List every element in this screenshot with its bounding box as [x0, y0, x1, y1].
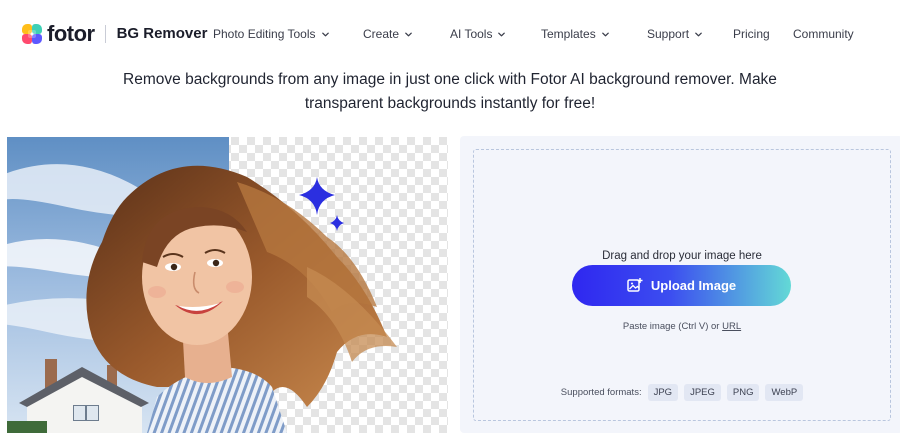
drag-drop-text: Drag and drop your image here [602, 250, 762, 262]
nav-label: Support [647, 27, 690, 41]
chevron-down-icon [405, 32, 412, 36]
nav-pricing[interactable]: Pricing [733, 27, 770, 41]
image-plus-icon [627, 278, 643, 292]
upload-panel: Drag and drop your image here Upload Ima… [460, 136, 900, 433]
format-badge-png: PNG [726, 384, 760, 401]
logo-divider [104, 25, 106, 43]
nav-label: AI Tools [450, 27, 493, 41]
nav-label: Create [363, 27, 400, 41]
logo-text: fotor [47, 21, 95, 46]
chevron-down-icon [601, 32, 609, 36]
headline-line-1: Remove backgrounds from any image in jus… [123, 71, 777, 88]
format-badge-webp: WebP [765, 384, 804, 401]
nav-support[interactable]: Support [647, 27, 703, 41]
image-dropzone[interactable]: Drag and drop your image here Upload Ima… [473, 149, 891, 421]
nav-label: Community [793, 27, 854, 41]
upload-button-label: Upload Image [650, 278, 737, 293]
nav-ai-tools[interactable]: AI Tools [450, 27, 506, 41]
sparkle-icon [299, 177, 344, 231]
format-badge-jpeg: JPEG [684, 384, 721, 401]
paste-hint: Paste image (Ctrl V) or URL [474, 321, 890, 332]
nav-create[interactable]: Create [363, 27, 413, 41]
nav-templates[interactable]: Templates [541, 27, 610, 41]
formats-label: Supported formats: [560, 387, 642, 398]
nav-label: Pricing [733, 27, 770, 41]
nav-label: Photo Editing Tools [213, 27, 316, 41]
nav-label: Templates [541, 27, 596, 41]
hero-demo-image [7, 137, 448, 433]
chevron-down-icon [498, 32, 506, 36]
paste-hint-text: Paste image (Ctrl V) or [622, 321, 723, 332]
upload-image-button[interactable]: Upload Image [572, 265, 791, 306]
supported-formats: Supported formats: JPG JPEG PNG WebP [474, 384, 890, 401]
page-headline: Remove backgrounds from any image in jus… [100, 68, 800, 116]
format-badge-jpg: JPG [647, 384, 679, 401]
hero-illustration [7, 137, 448, 433]
headline-line-2: transparent backgrounds instantly for fr… [304, 95, 596, 112]
chevron-down-icon [321, 32, 329, 36]
site-header: fotor BG Remover Photo Editing Tools Cre… [0, 0, 900, 70]
nav-community[interactable]: Community [793, 27, 854, 41]
chevron-down-icon [695, 32, 702, 36]
fotor-logo-icon [22, 24, 42, 44]
nav-photo-editing-tools[interactable]: Photo Editing Tools [213, 27, 330, 41]
product-name: BG Remover [116, 25, 208, 42]
logo[interactable]: fotor BG Remover [22, 21, 208, 46]
paste-url-link[interactable]: URL [722, 321, 741, 332]
